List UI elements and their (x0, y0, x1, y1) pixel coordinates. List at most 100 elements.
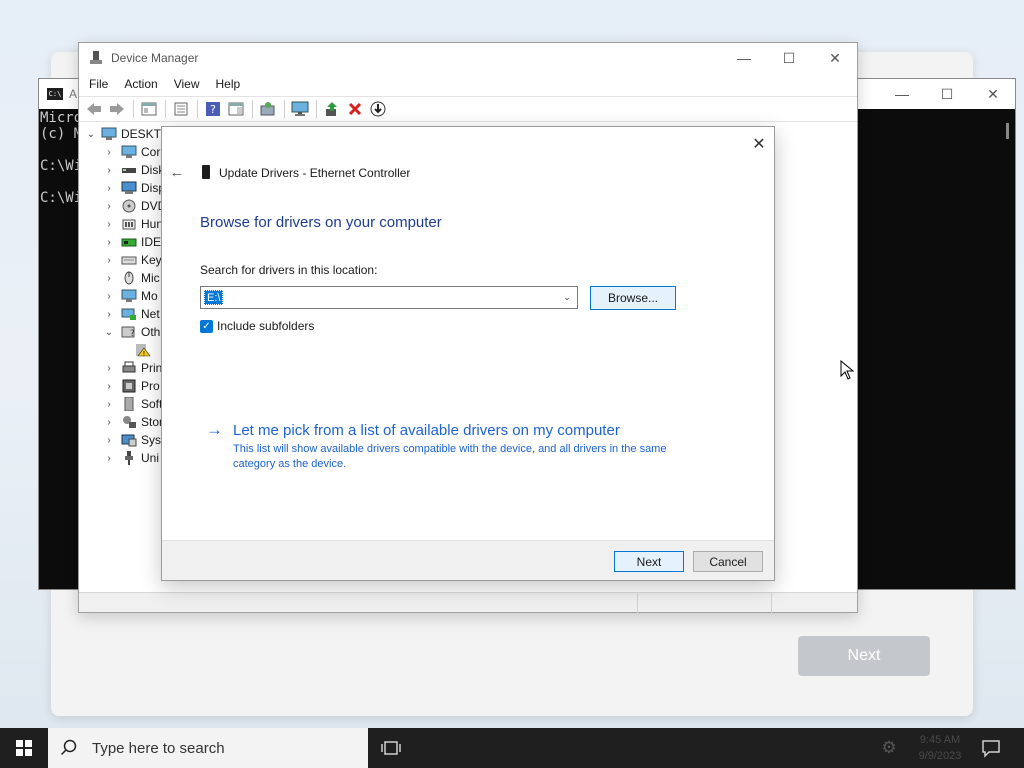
back-arrow-icon[interactable] (83, 99, 105, 119)
dialog-heading: Browse for drivers on your computer (200, 214, 442, 231)
chevron-right-icon[interactable]: › (103, 183, 115, 194)
update-driver-icon[interactable] (321, 99, 343, 119)
monitor-icon[interactable] (289, 99, 311, 119)
taskbar-clock[interactable]: 9:45 AM 9/9/2023 (910, 732, 970, 764)
ide-controllers-icon (121, 235, 137, 249)
tree-item-keyboards[interactable]: › Key (103, 251, 161, 269)
cmd-maximize-button[interactable]: ☐ (924, 79, 970, 109)
cmd-title: A (69, 87, 78, 101)
pick-from-list-description[interactable]: This list will show available drivers co… (233, 442, 683, 472)
notifications-icon[interactable] (980, 738, 1002, 758)
tree-item-dvd-drives[interactable]: › DVD (103, 197, 166, 215)
network-adapter-icon (202, 165, 210, 179)
cmd-close-button[interactable]: ✕ (970, 79, 1016, 109)
tree-item-computer[interactable]: › Cor (103, 143, 160, 161)
settings-gear-icon[interactable]: ⚙ (878, 738, 900, 758)
menu-file[interactable]: File (89, 77, 108, 91)
dialog-close-button[interactable]: ✕ (747, 133, 771, 155)
taskbar-search-box[interactable]: Type here to search (48, 728, 368, 768)
tree-item-ide-controllers[interactable]: › IDE (103, 233, 161, 251)
help-icon[interactable]: ? (202, 99, 224, 119)
chevron-right-icon[interactable]: › (103, 453, 115, 464)
chevron-right-icon[interactable]: › (103, 291, 115, 302)
dm-minimize-button[interactable]: — (721, 43, 767, 73)
windows-logo-icon (16, 740, 32, 756)
dm-maximize-button[interactable]: ☐ (766, 43, 812, 73)
keyboards-icon (121, 253, 137, 267)
forward-arrow-icon[interactable] (106, 99, 128, 119)
show-hide-console-tree-icon[interactable] (138, 99, 160, 119)
menu-action[interactable]: Action (124, 77, 157, 91)
tree-item-display-adapters[interactable]: › Disp (103, 179, 165, 197)
setup-next-button[interactable]: Next (798, 636, 930, 676)
tree-item-software-devices[interactable]: › Soft (103, 395, 162, 413)
pick-from-list-link[interactable]: Let me pick from a list of available dri… (233, 422, 620, 439)
search-placeholder[interactable]: Type here to search (92, 740, 225, 757)
browse-button[interactable]: Browse... (590, 286, 676, 310)
cancel-button[interactable]: Cancel (693, 551, 763, 572)
tree-item-storage-controllers[interactable]: › Stor (103, 413, 163, 431)
dm-statusbar (79, 592, 857, 613)
tree-item-monitors[interactable]: › Mo (103, 287, 157, 305)
driver-path-combobox[interactable]: E:\ ⌄ (200, 286, 578, 309)
back-button[interactable]: ← (168, 163, 186, 181)
scan-hardware-changes-icon[interactable] (257, 99, 279, 119)
tree-item-ethernet-controller[interactable]: ! (117, 341, 155, 359)
mouse-cursor-icon (840, 359, 855, 380)
tree-item-system-devices[interactable]: › Syst (103, 431, 164, 449)
ethernet-controller-icon: ! (135, 343, 151, 358)
print-queues-icon (121, 361, 137, 375)
chevron-right-icon[interactable]: › (103, 363, 115, 374)
uninstall-device-icon[interactable] (344, 99, 366, 119)
chevron-right-icon[interactable]: › (103, 273, 115, 284)
chevron-down-icon[interactable]: ⌄ (560, 290, 574, 305)
start-button[interactable] (0, 728, 48, 768)
chevron-down-icon[interactable]: ⌄ (85, 129, 97, 140)
task-view-icon[interactable] (380, 738, 402, 758)
display-adapters-icon (121, 181, 137, 195)
chevron-right-icon[interactable]: › (103, 381, 115, 392)
chevron-right-icon[interactable]: › (103, 219, 115, 230)
tree-item-other-devices[interactable]: ⌄? Oth (103, 323, 161, 341)
tree-item-label: Net (141, 307, 160, 321)
chevron-right-icon[interactable]: › (103, 255, 115, 266)
include-subfolders-checkbox[interactable]: ✓ (200, 319, 213, 333)
next-button[interactable]: Next (614, 551, 684, 572)
tree-item-usb-controllers[interactable]: › Uni (103, 449, 159, 467)
chevron-right-icon[interactable]: › (103, 399, 115, 410)
cmd-scrollbar-thumb[interactable] (1006, 123, 1009, 139)
status-divider (771, 593, 772, 613)
tree-item-mice[interactable]: › Mic (103, 269, 159, 287)
driver-path-value[interactable]: E:\ (204, 290, 224, 305)
svg-text:?: ? (210, 103, 216, 116)
tree-item-human-interface[interactable]: › Hun (103, 215, 163, 233)
chevron-right-icon[interactable]: › (103, 147, 115, 158)
dm-close-button[interactable]: ✕ (812, 43, 858, 73)
computer-icon (121, 145, 137, 159)
chevron-right-icon[interactable]: › (103, 201, 115, 212)
cmd-minimize-button[interactable]: — (879, 79, 925, 109)
download-icon[interactable] (367, 99, 389, 119)
properties-icon[interactable] (170, 99, 192, 119)
device-tree[interactable]: ⌄ DESKTO › Cor › Disk › Disp › DVD › Hun › IDE › Key › Mi… (79, 125, 170, 591)
chevron-down-icon[interactable]: ⌄ (103, 327, 115, 338)
include-subfolders-label[interactable]: Include subfolders (217, 319, 314, 333)
device-manager-icon (89, 51, 103, 65)
tree-item-network-adapters[interactable]: › Net (103, 305, 160, 323)
right-arrow-icon[interactable]: → (206, 420, 223, 440)
chevron-right-icon[interactable]: › (103, 165, 115, 176)
menu-view[interactable]: View (174, 77, 200, 91)
menu-help[interactable]: Help (216, 77, 241, 91)
chevron-right-icon[interactable]: › (103, 435, 115, 446)
chevron-right-icon[interactable]: › (103, 309, 115, 320)
action-pane-icon[interactable] (225, 99, 247, 119)
tree-item-disk-drives[interactable]: › Disk (103, 161, 164, 179)
include-subfolders-row[interactable]: ✓ Include subfolders (200, 318, 314, 334)
software-devices-icon (121, 396, 137, 412)
terminal-icon: C:\ (47, 88, 63, 100)
chevron-right-icon[interactable]: › (103, 417, 115, 428)
tree-item-print-queues[interactable]: › Prin (103, 359, 162, 377)
tree-item-computer[interactable]: ⌄ DESKTO (85, 125, 170, 143)
tree-item-processors[interactable]: › Pro (103, 377, 159, 395)
chevron-right-icon[interactable]: › (103, 237, 115, 248)
